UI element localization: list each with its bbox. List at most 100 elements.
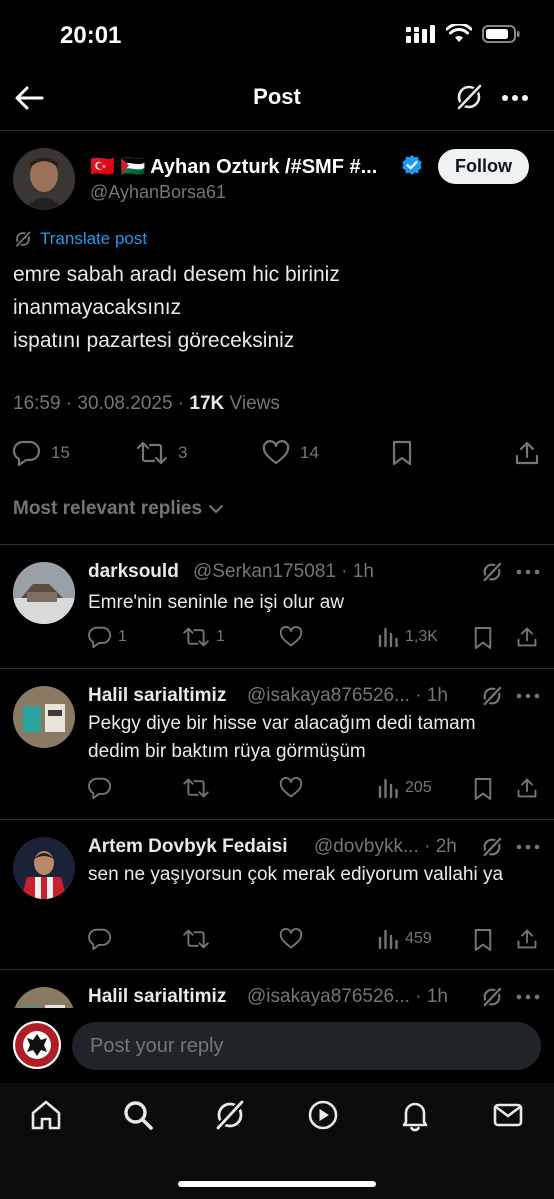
heart-icon bbox=[279, 777, 303, 798]
like-button[interactable] bbox=[279, 928, 303, 950]
share-icon[interactable] bbox=[516, 928, 538, 950]
grok-icon[interactable] bbox=[454, 82, 484, 112]
reply-button[interactable]: 15 bbox=[13, 440, 70, 466]
search-icon[interactable] bbox=[121, 1098, 155, 1132]
share-icon[interactable] bbox=[516, 777, 538, 799]
grok-icon[interactable] bbox=[481, 685, 503, 707]
reply-author-handle[interactable]: @isakaya876526... · 1h bbox=[247, 986, 448, 1008]
reply-author-handle[interactable]: @dovbykk... · 2h bbox=[314, 836, 457, 858]
avatar-image bbox=[13, 148, 75, 210]
like-button[interactable] bbox=[279, 777, 303, 799]
like-count: 14 bbox=[300, 443, 319, 462]
back-arrow-icon[interactable] bbox=[14, 84, 44, 112]
heart-icon bbox=[279, 928, 303, 949]
my-avatar[interactable] bbox=[13, 1021, 61, 1069]
views-label: Views bbox=[224, 393, 280, 414]
bookmark-icon[interactable] bbox=[473, 626, 493, 650]
reply-avatar[interactable] bbox=[13, 686, 75, 748]
battery-icon bbox=[482, 25, 520, 43]
reply-author-handle[interactable]: @Serkan175081 · 1h bbox=[193, 561, 374, 583]
analytics-icon bbox=[378, 929, 398, 950]
reply-count: 1 bbox=[118, 628, 127, 645]
repost-button[interactable]: 1 bbox=[182, 626, 225, 648]
avatar-image bbox=[13, 837, 75, 899]
post-text-line: inanmayacaksınız bbox=[13, 296, 182, 319]
author-avatar[interactable] bbox=[13, 148, 75, 210]
reply-divider bbox=[0, 969, 554, 970]
more-options-icon[interactable] bbox=[515, 687, 541, 705]
analytics-icon bbox=[378, 778, 398, 799]
grok-icon[interactable] bbox=[481, 561, 503, 583]
like-button[interactable]: 14 bbox=[262, 440, 319, 466]
reply-icon bbox=[88, 777, 112, 799]
grok-icon[interactable] bbox=[481, 986, 503, 1008]
repost-icon bbox=[183, 627, 209, 647]
reply-count: 15 bbox=[51, 443, 70, 462]
grok-icon[interactable] bbox=[213, 1098, 247, 1132]
repost-count: 3 bbox=[178, 443, 188, 462]
bookmark-icon[interactable] bbox=[473, 928, 493, 952]
repost-button[interactable] bbox=[182, 928, 210, 950]
reply-button[interactable]: 1 bbox=[88, 626, 127, 648]
post-timestamp: 16:59 · 30.08.2025 · bbox=[13, 393, 190, 414]
reply-author-name[interactable]: Artem Dovbyk Fedaisi bbox=[88, 836, 288, 858]
home-icon[interactable] bbox=[29, 1098, 63, 1132]
reply-icon bbox=[88, 626, 112, 648]
notifications-bell-icon[interactable] bbox=[398, 1098, 432, 1132]
bookmark-icon[interactable] bbox=[473, 777, 493, 801]
post-meta: 16:59 · 30.08.2025 · 17K Views bbox=[13, 393, 280, 415]
views-button[interactable]: 205 bbox=[377, 777, 432, 799]
reply-text: sen ne yaşıyorsun çok merak ediyorum val… bbox=[88, 864, 504, 885]
status-time: 20:01 bbox=[60, 22, 122, 49]
reply-input[interactable]: Post your reply bbox=[72, 1022, 541, 1070]
more-options-icon[interactable] bbox=[500, 86, 530, 110]
views-count[interactable]: 17K bbox=[189, 393, 224, 414]
reply-button[interactable] bbox=[88, 777, 112, 799]
wifi-icon bbox=[446, 24, 472, 42]
reply-avatar[interactable] bbox=[13, 837, 75, 899]
replies-filter-dropdown[interactable]: Most relevant replies bbox=[13, 498, 224, 520]
views-button[interactable]: 1,3K bbox=[377, 626, 438, 648]
more-options-icon[interactable] bbox=[515, 563, 541, 581]
reply-button[interactable] bbox=[88, 928, 112, 950]
more-options-icon[interactable] bbox=[515, 838, 541, 856]
post-text: emre sabah aradı desem hic biriniz inanm… bbox=[13, 258, 533, 357]
repost-icon bbox=[183, 778, 209, 798]
analytics-icon bbox=[378, 627, 398, 648]
reply-avatar[interactable] bbox=[13, 562, 75, 624]
repost-button[interactable] bbox=[182, 777, 210, 799]
heart-icon bbox=[279, 626, 303, 647]
grok-icon[interactable] bbox=[481, 836, 503, 858]
like-button[interactable] bbox=[279, 626, 303, 648]
messages-mail-icon[interactable] bbox=[491, 1098, 525, 1132]
video-icon[interactable] bbox=[306, 1098, 340, 1132]
translate-label: Translate post bbox=[40, 229, 148, 248]
avatar-image bbox=[13, 562, 75, 624]
reply-text: Pekgy diye bir hisse var alacağım dedi t… bbox=[88, 713, 476, 762]
share-icon[interactable] bbox=[514, 440, 540, 466]
header-divider bbox=[0, 130, 554, 131]
repost-icon bbox=[183, 929, 209, 949]
repost-count: 1 bbox=[216, 628, 225, 645]
home-indicator bbox=[178, 1181, 376, 1187]
bookmark-icon[interactable] bbox=[391, 440, 413, 466]
reply-author-name[interactable]: Halil sarialtimiz bbox=[88, 685, 226, 707]
reply-author-handle[interactable]: @isakaya876526... · 1h bbox=[247, 685, 448, 707]
author-handle[interactable]: @AyhanBorsa61 bbox=[90, 182, 226, 203]
section-divider bbox=[0, 544, 554, 545]
replies-filter-label: Most relevant replies bbox=[13, 498, 203, 519]
grok-icon bbox=[14, 230, 32, 248]
reply-author-name[interactable]: darksould bbox=[88, 561, 179, 583]
views-count: 205 bbox=[405, 779, 432, 796]
repost-button[interactable]: 3 bbox=[136, 440, 187, 466]
translate-post-link[interactable]: Translate post bbox=[14, 229, 147, 249]
reply-author-name[interactable]: Halil sarialtimiz bbox=[88, 986, 226, 1008]
views-button[interactable]: 459 bbox=[377, 928, 432, 950]
author-name[interactable]: 🇹🇷 🇵🇸 Ayhan Ozturk /#SMF #... bbox=[90, 154, 377, 179]
reply-text: Emre'nin seninle ne işi olur aw bbox=[88, 592, 345, 613]
share-icon[interactable] bbox=[516, 626, 538, 648]
status-icons bbox=[406, 24, 520, 44]
follow-button[interactable]: Follow bbox=[438, 149, 529, 184]
more-options-icon[interactable] bbox=[515, 988, 541, 1006]
views-count: 1,3K bbox=[405, 628, 438, 645]
